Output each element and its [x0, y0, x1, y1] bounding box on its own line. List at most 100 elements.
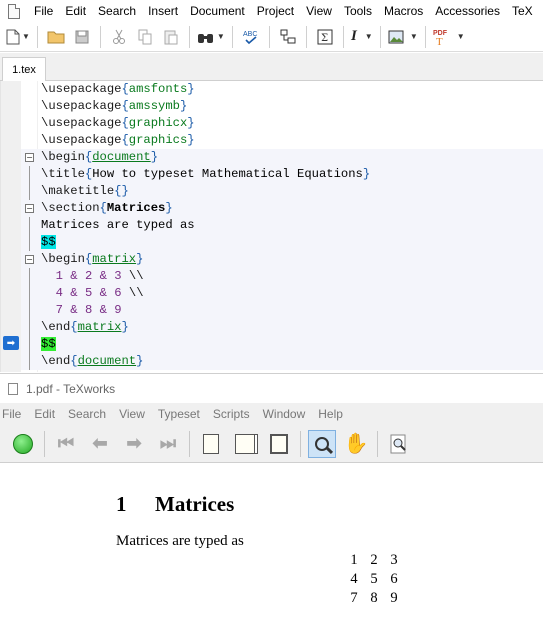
- math-icon: Σ: [317, 29, 333, 44]
- menu-macros[interactable]: Macros: [378, 0, 429, 22]
- pdf-menu-typeset[interactable]: Typeset: [158, 403, 206, 425]
- chevron-down-icon[interactable]: ▼: [365, 32, 373, 41]
- chevron-down-icon[interactable]: ▼: [410, 32, 418, 41]
- open-folder-icon: [47, 31, 65, 43]
- tab-1-tex[interactable]: 1.tex: [2, 57, 46, 81]
- menu-accessories[interactable]: Accessories: [429, 0, 506, 22]
- pdf-menu-help[interactable]: Help: [318, 403, 349, 425]
- menu-edit[interactable]: Edit: [59, 0, 92, 22]
- menu-tools[interactable]: Tools: [338, 0, 378, 22]
- chevron-down-icon[interactable]: ▼: [217, 32, 225, 41]
- brace: }: [187, 133, 195, 147]
- math-delimiter: $$: [41, 235, 56, 249]
- code-line[interactable]: 4 & 5 & 6 \\: [21, 285, 543, 302]
- ampersand: &: [99, 286, 107, 300]
- zoom-button[interactable]: [385, 430, 413, 458]
- code-line[interactable]: 1 & 2 & 3 \\: [21, 268, 543, 285]
- actual-size-button[interactable]: [197, 430, 225, 458]
- fold-guide: [29, 183, 30, 200]
- code-line[interactable]: − \section{Matrices}: [21, 200, 543, 217]
- menu-search[interactable]: Search: [92, 0, 142, 22]
- find-button[interactable]: ▼: [197, 25, 225, 49]
- code-line[interactable]: \usepackage{graphicx}: [21, 115, 543, 132]
- new-file-button[interactable]: ▼: [6, 25, 30, 49]
- latex-command: \begin: [41, 252, 85, 266]
- menu-project[interactable]: Project: [251, 0, 300, 22]
- previous-page-button[interactable]: ⬅: [86, 430, 114, 458]
- fold-toggle-icon[interactable]: −: [25, 153, 34, 162]
- menu-insert[interactable]: Insert: [142, 0, 184, 22]
- structure-button[interactable]: [277, 25, 299, 49]
- italic-button[interactable]: I ▼: [351, 25, 373, 49]
- chevron-down-icon[interactable]: ▼: [22, 32, 30, 41]
- code-text: \maketitle{}: [41, 183, 129, 200]
- code-line[interactable]: \end{document}: [21, 353, 543, 370]
- pdf-menu-edit[interactable]: Edit: [34, 403, 61, 425]
- code-line[interactable]: \usepackage{amssymb}: [21, 98, 543, 115]
- chevron-down-icon[interactable]: ▼: [457, 32, 465, 41]
- code-line[interactable]: 7 & 8 & 9: [21, 302, 543, 319]
- code-line[interactable]: Matrices are typed as: [21, 217, 543, 234]
- next-page-button[interactable]: ➡: [120, 430, 148, 458]
- menu-tex[interactable]: TeX: [506, 0, 539, 22]
- image-button[interactable]: ▼: [388, 25, 418, 49]
- pdf-menu-file[interactable]: File: [2, 403, 27, 425]
- fold-guide: [29, 285, 30, 302]
- hand-tool-button[interactable]: ✋: [342, 430, 370, 458]
- editor-toolbar: ▼ ▼ ABC Σ I ▼ ▼ PDF T ▼: [0, 22, 543, 52]
- cut-icon: [112, 29, 125, 44]
- fold-toggle-icon[interactable]: −: [25, 255, 34, 264]
- toolbar-divider: [44, 430, 45, 457]
- menu-file[interactable]: File: [28, 0, 59, 22]
- brace: }: [121, 184, 129, 198]
- code-line[interactable]: \maketitle{}: [21, 183, 543, 200]
- matrix-cell: 8: [370, 590, 378, 606]
- code-line[interactable]: $$: [21, 234, 543, 251]
- paste-button[interactable]: [160, 25, 182, 49]
- code-editor[interactable]: ➡ \usepackage{amsfonts} \usepackage{amssy…: [0, 81, 543, 372]
- copy-icon: [138, 29, 152, 44]
- math-button[interactable]: Σ: [314, 25, 336, 49]
- save-button[interactable]: [71, 25, 93, 49]
- copy-button[interactable]: [134, 25, 156, 49]
- fit-page-button[interactable]: [265, 430, 293, 458]
- toolbar-divider: [342, 25, 344, 48]
- fold-toggle-icon[interactable]: −: [25, 204, 34, 213]
- pdf-menu-view[interactable]: View: [119, 403, 151, 425]
- fold-guide: [29, 217, 30, 234]
- magnify-button[interactable]: [308, 429, 336, 458]
- code-line[interactable]: $$: [21, 336, 543, 353]
- open-button[interactable]: [45, 25, 67, 49]
- fold-guide: [29, 302, 30, 319]
- menu-view[interactable]: View: [300, 0, 338, 22]
- code-line[interactable]: − \begin{document}: [21, 149, 543, 166]
- first-page-button[interactable]: ⏮: [52, 430, 80, 458]
- code-line[interactable]: \end{matrix}: [21, 319, 543, 336]
- last-page-button[interactable]: ⏭: [154, 430, 182, 458]
- compile-pdf-button[interactable]: PDF T ▼: [433, 25, 465, 49]
- menu-document[interactable]: Document: [184, 0, 251, 22]
- code-line[interactable]: − \begin{matrix}: [21, 251, 543, 268]
- pdf-menu-window[interactable]: Window: [263, 403, 312, 425]
- fit-width-button[interactable]: [231, 430, 259, 458]
- code-line[interactable]: \title{How to typeset Mathematical Equat…: [21, 166, 543, 183]
- latex-command: \end: [41, 320, 71, 334]
- spellcheck-button[interactable]: ABC: [240, 25, 262, 49]
- structure-icon: [280, 29, 296, 43]
- code-line[interactable]: \usepackage{amsfonts}: [21, 81, 543, 98]
- latex-command: \usepackage: [41, 99, 122, 113]
- typeset-button[interactable]: [9, 430, 37, 458]
- pdf-menu-search[interactable]: Search: [68, 403, 112, 425]
- pdf-menu-scripts[interactable]: Scripts: [213, 403, 256, 425]
- bookmark-arrow-icon[interactable]: ➡: [3, 336, 19, 350]
- cut-button[interactable]: [108, 25, 130, 49]
- code-line[interactable]: \usepackage{graphics}: [21, 132, 543, 149]
- italic-icon: I: [350, 28, 357, 44]
